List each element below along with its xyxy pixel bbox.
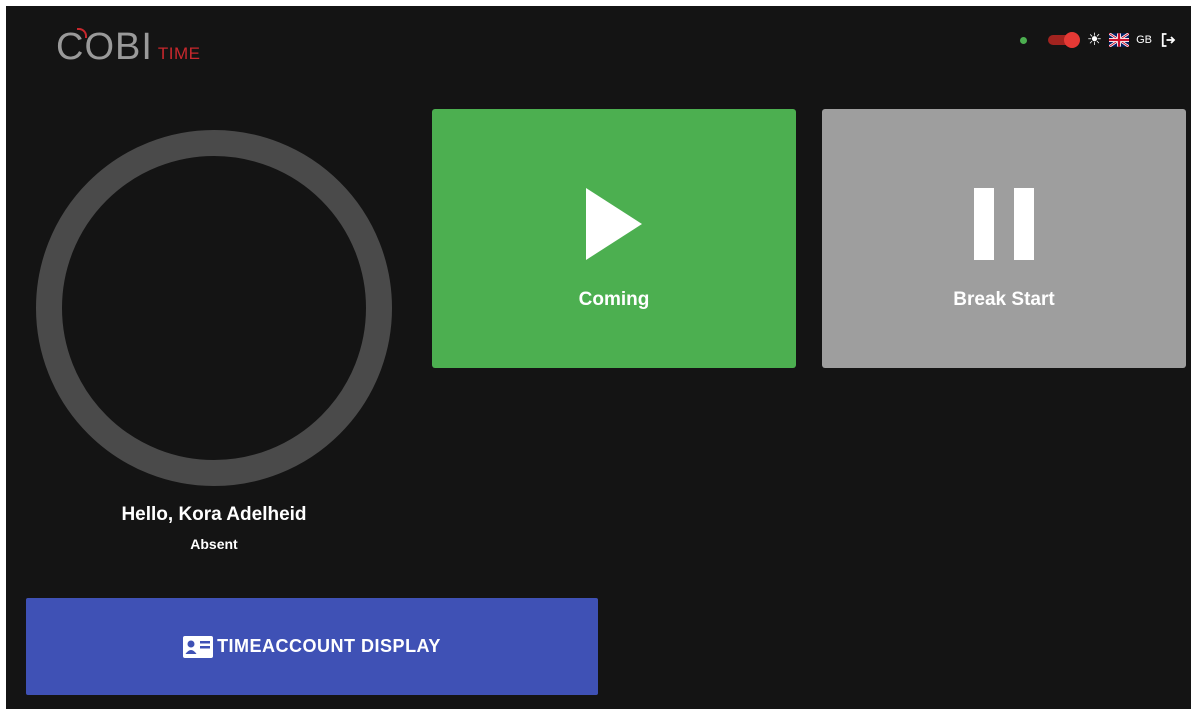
app-root: COBI TIME ☀ GB Hello, Kora Adelheid Abse… xyxy=(6,6,1191,709)
top-toolbar: ☀ GB xyxy=(1019,31,1177,49)
presence-ring xyxy=(36,130,392,486)
toggle-thumb xyxy=(1063,32,1080,48)
language-code[interactable]: GB xyxy=(1136,34,1152,46)
pause-icon xyxy=(974,188,1034,260)
user-greeting: Hello, Kora Adelheid xyxy=(121,504,307,525)
presence-status: Absent xyxy=(190,536,238,552)
id-card-icon xyxy=(183,635,214,658)
logout-icon[interactable] xyxy=(1159,31,1177,49)
timeaccount-display-button[interactable]: TIMEACCOUNT DISPLAY xyxy=(26,598,598,695)
coming-label: Coming xyxy=(578,289,650,310)
break-start-label: Break Start xyxy=(953,289,1055,310)
break-start-button[interactable]: Break Start xyxy=(822,109,1186,368)
logo-sub-text: TIME xyxy=(157,44,201,63)
uk-flag-icon[interactable] xyxy=(1109,33,1130,47)
mode-toggle[interactable] xyxy=(1047,32,1080,48)
cobi-time-logo: COBI TIME xyxy=(56,26,201,69)
sun-icon[interactable]: ☀ xyxy=(1087,31,1102,48)
logo-main-text: COBI xyxy=(56,26,153,68)
online-status-dot xyxy=(1019,36,1027,44)
coming-button[interactable]: Coming xyxy=(432,109,796,368)
timeaccount-label: TIMEACCOUNT DISPLAY xyxy=(217,636,441,656)
play-icon xyxy=(586,188,642,260)
